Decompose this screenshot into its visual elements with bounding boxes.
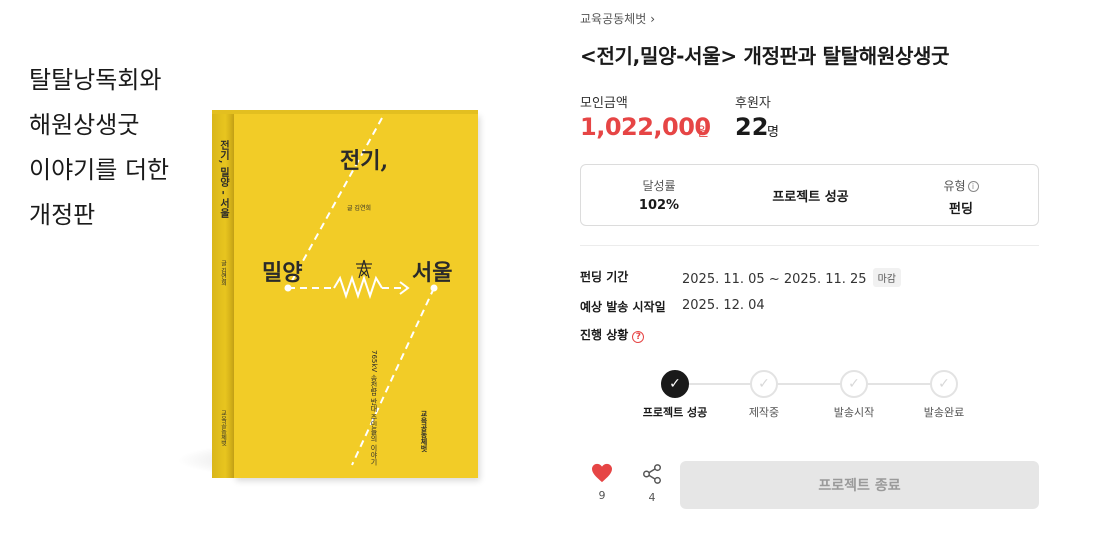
- backers-value: 22: [735, 113, 769, 141]
- backers-label: 후원자: [735, 96, 771, 111]
- type-label: 유형: [943, 179, 966, 193]
- info-icon[interactable]: i: [967, 181, 979, 192]
- step-label: 발송완료: [923, 406, 965, 419]
- tagline-line: 해원상생굿: [29, 111, 140, 139]
- tagline-line: 개정판: [29, 201, 96, 229]
- book-arrow-head: [399, 281, 410, 295]
- amount-label: 모인금액: [580, 96, 628, 111]
- book-spine-publisher: 교육공동체벗: [220, 410, 227, 447]
- ship-value: 2025. 12. 04: [682, 298, 765, 313]
- step-check-icon: ✓: [930, 370, 958, 398]
- backers-unit: 명: [767, 125, 779, 140]
- book-cover-art: 전기, 밀양 - 서울 글 김연희 교육공동체벗 전기, 글 김연희 밀양 서울: [218, 117, 452, 466]
- like-count: 9: [598, 489, 606, 502]
- amount-value: 1,022,000: [580, 113, 711, 141]
- stepper-track: [675, 383, 945, 385]
- book-title-left: 밀양: [262, 260, 302, 286]
- step-check-icon: ✓: [840, 370, 868, 398]
- project-title: <전기,밀양-서울> 개정판과 탈탈해원상생굿: [580, 44, 950, 68]
- step-label: 발송시작: [833, 406, 875, 419]
- closed-badge: 마감: [872, 268, 901, 287]
- progress-row: 진행 상황?: [580, 326, 1039, 344]
- book-title-right: 서울: [412, 260, 452, 286]
- amount-unit: 원: [697, 125, 709, 140]
- progress-stepper: ✓ ✓ ✓ ✓ 프로젝트 성공 제작중 발송시작 발송완료: [640, 370, 980, 430]
- book-author: 글 김연희: [347, 204, 371, 212]
- summary-box: 달성률 102% 프로젝트 성공 유형 i 펀딩: [580, 164, 1039, 226]
- step-label: 제작중: [748, 406, 780, 419]
- step-check-icon: ✓: [750, 370, 778, 398]
- project-cover-image: 탈탈낭독회와 해원상생굿 이야기를 더한 개정판 전기, 밀양 - 서울 글 김…: [0, 0, 560, 550]
- divider: [580, 245, 1039, 246]
- ship-label: 예상 발송 시작일: [580, 300, 666, 314]
- book-spine-author: 글 김연희: [220, 260, 227, 287]
- period-dates: 2025. 11. 05 ~ 2025. 11. 25: [682, 272, 867, 287]
- heart-icon: [592, 463, 612, 483]
- shipping-date-row: 예상 발송 시작일 2025. 12. 04: [580, 298, 1039, 316]
- book-subtitle: 765kV 송전탑 반대 주민들의 이야기: [370, 350, 378, 466]
- funding-period-row: 펀딩 기간 2025. 11. 05 ~ 2025. 11. 25 마감: [580, 268, 1039, 287]
- cover-tagline: 탈탈낭독회와 해원상생굿 이야기를 더한 개정판: [29, 58, 169, 238]
- project-ended-button[interactable]: 프로젝트 종료: [680, 461, 1039, 509]
- type-value: 펀딩: [949, 202, 973, 217]
- book-spine-title: 전기, 밀양 - 서울: [218, 139, 230, 219]
- help-icon[interactable]: ?: [632, 331, 645, 343]
- progress-label: 진행 상황?: [580, 326, 645, 343]
- share-icon: [643, 464, 661, 484]
- book-zigzag-line: [333, 274, 383, 300]
- like-button[interactable]: 9: [590, 463, 614, 502]
- book-publisher-logo: 교육공동체벗: [420, 410, 428, 453]
- book-title-top: 전기,: [340, 148, 388, 174]
- book-illustration: 전기, 밀양 - 서울 글 김연희 교육공동체벗 전기, 글 김연희 밀양 서울: [212, 110, 478, 478]
- project-type: 유형 i 펀딩: [911, 177, 1011, 217]
- step-check-icon: ✓: [661, 370, 689, 398]
- maker-link[interactable]: 교육공동체벗 ›: [580, 10, 655, 27]
- share-count: 4: [648, 491, 656, 504]
- share-button[interactable]: 4: [640, 463, 664, 504]
- chevron-right-icon: ›: [650, 11, 656, 26]
- tagline-line: 이야기를 더한: [29, 156, 170, 184]
- project-info-panel: 교육공동체벗 › <전기,밀양-서울> 개정판과 탈탈해원상생굿 모인금액 후원…: [580, 0, 1040, 550]
- maker-name: 교육공동체벗: [580, 12, 647, 26]
- progress-label-text: 진행 상황: [580, 328, 629, 342]
- step-label: 프로젝트 성공: [642, 406, 708, 419]
- tagline-line: 탈탈낭독회와: [29, 66, 162, 94]
- period-value: 2025. 11. 05 ~ 2025. 11. 25 마감: [682, 268, 901, 287]
- period-label: 펀딩 기간: [580, 270, 629, 284]
